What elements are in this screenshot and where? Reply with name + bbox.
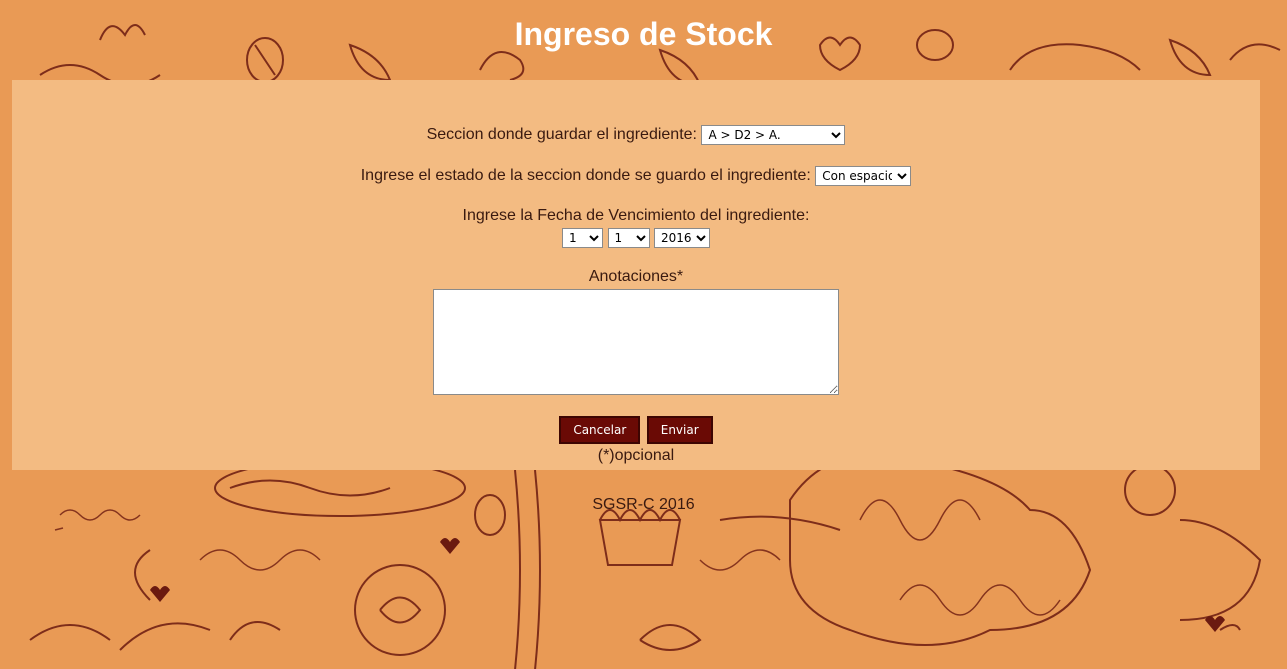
expiry-label: Ingrese la Fecha de Vencimiento del ingr… (462, 207, 810, 224)
expiry-date-row: 1 1 2016 (12, 228, 1260, 248)
notes-label-row: Anotaciones* (12, 268, 1260, 286)
page-title: Ingreso de Stock (514, 16, 773, 52)
cancel-button[interactable]: Cancelar (559, 416, 641, 444)
notes-label: Anotaciones* (588, 268, 684, 285)
actions-row: Cancelar Enviar (12, 416, 1260, 444)
stock-form-panel: Seccion donde guardar el ingrediente: A … (12, 80, 1260, 470)
status-row: Ingrese el estado de la seccion donde se… (12, 166, 1260, 186)
expiry-month-select[interactable]: 1 (607, 228, 650, 248)
notes-textarea[interactable] (433, 289, 839, 395)
expiry-year-select[interactable]: 2016 (653, 228, 710, 248)
section-select[interactable]: A > D2 > A. (701, 125, 846, 145)
status-select[interactable]: Con espacio (815, 166, 912, 186)
notes-row (12, 289, 1260, 400)
status-label: Ingrese el estado de la seccion donde se… (360, 167, 811, 185)
submit-button[interactable]: Enviar (646, 416, 713, 444)
section-row: Seccion donde guardar el ingrediente: A … (12, 125, 1260, 145)
expiry-label-row: Ingrese la Fecha de Vencimiento del ingr… (12, 207, 1260, 225)
section-label: Seccion donde guardar el ingrediente: (426, 126, 697, 144)
optional-note: (*)opcional (597, 447, 675, 464)
expiry-day-select[interactable]: 1 (562, 228, 604, 248)
footer-copyright: SGSR-C 2016 (592, 496, 695, 513)
optional-note-row: (*)opcional (12, 447, 1260, 465)
